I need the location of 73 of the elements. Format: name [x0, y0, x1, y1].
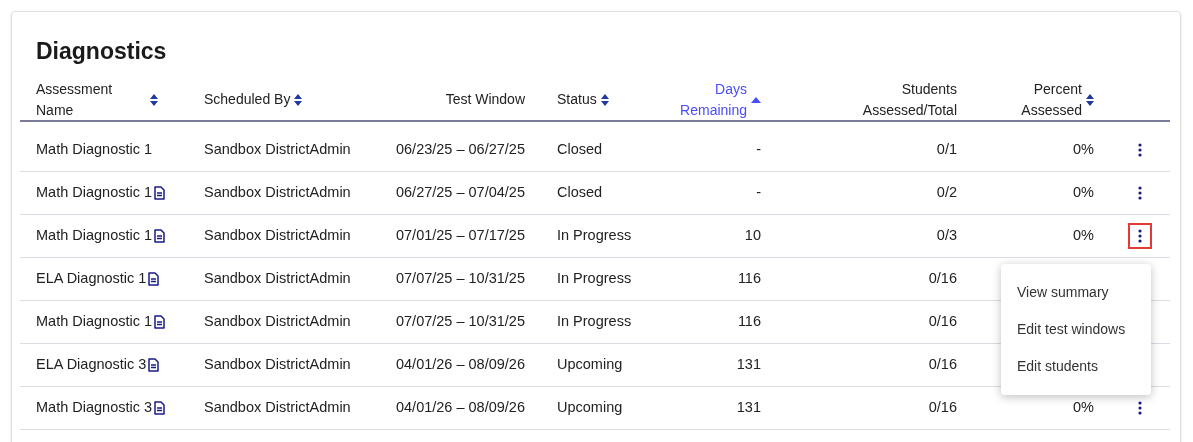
table-cell: 04/01/26 – 08/09/26 — [396, 356, 525, 373]
column-header[interactable]: Percent Assessed — [989, 78, 1082, 121]
page-title: Diagnostics — [36, 37, 167, 66]
column-header[interactable]: Status — [557, 89, 597, 110]
table-cell: 0/16 — [928, 356, 957, 373]
more-options-icon — [1138, 401, 1142, 415]
assessment-name: Math Diagnostic 3 — [36, 398, 153, 418]
sort-icon[interactable] — [600, 93, 609, 106]
table-cell: 131 — [736, 356, 761, 373]
table-cell: 0% — [1073, 184, 1094, 201]
table-cell: Sandbox DistrictAdmin — [204, 184, 351, 201]
more-options-icon — [1138, 143, 1142, 157]
table-cell: 0/16 — [928, 313, 957, 330]
table-cell: In Progress — [557, 227, 632, 244]
table-cell: - — [756, 141, 761, 158]
column-header[interactable]: Students Assessed/Total — [837, 78, 957, 121]
table-cell: Sandbox DistrictAdmin — [204, 227, 351, 244]
table-cell: Sandbox DistrictAdmin — [204, 313, 351, 330]
table-cell: 0% — [1073, 399, 1094, 416]
column-header[interactable]: Days Remaining — [680, 78, 747, 121]
table-cell: Upcoming — [557, 356, 623, 373]
assessment-name: Math Diagnostic 1 — [36, 226, 153, 246]
table-cell: 0% — [1073, 141, 1094, 158]
table-cell: 116 — [737, 270, 761, 287]
document-icon[interactable] — [148, 358, 160, 372]
table-cell: 0/1 — [936, 141, 957, 158]
more-options-icon — [1138, 186, 1142, 200]
assessment-name: ELA Diagnostic 3 — [36, 355, 147, 375]
menu-item[interactable]: Edit test windows — [1001, 311, 1151, 348]
table-cell: Closed — [557, 184, 603, 201]
table-cell: 07/07/25 – 10/31/25 — [396, 270, 525, 287]
more-options-icon — [1138, 229, 1142, 243]
table-cell: 06/27/25 – 07/04/25 — [396, 184, 525, 201]
table-cell: Closed — [557, 141, 603, 158]
document-icon[interactable] — [154, 229, 166, 243]
assessment-name: ELA Diagnostic 1 — [36, 269, 147, 289]
menu-item[interactable]: View summary — [1001, 274, 1151, 311]
table-cell: 10 — [744, 227, 761, 244]
document-icon[interactable] — [154, 315, 166, 329]
table-cell: Upcoming — [557, 399, 623, 416]
sort-icon[interactable] — [294, 93, 303, 106]
table-cell: - — [756, 184, 761, 201]
document-icon[interactable] — [148, 272, 160, 286]
table-cell: 0/16 — [928, 399, 957, 416]
table-cell: 04/01/26 – 08/09/26 — [396, 399, 525, 416]
table-cell: 0/3 — [936, 227, 957, 244]
table-cell: Sandbox DistrictAdmin — [204, 270, 351, 287]
table-cell: 116 — [737, 313, 761, 330]
document-icon[interactable] — [154, 186, 166, 200]
table-cell: 0/16 — [928, 270, 957, 287]
sort-ascending-icon[interactable] — [751, 96, 761, 103]
column-header[interactable]: Assessment Name — [36, 78, 146, 121]
table-cell: 0% — [1073, 227, 1094, 244]
table-cell: In Progress — [557, 313, 632, 330]
column-header[interactable]: Scheduled By — [204, 89, 291, 110]
document-icon[interactable] — [154, 401, 166, 415]
menu-item[interactable]: Edit students — [1001, 348, 1151, 385]
table-cell: In Progress — [557, 270, 632, 287]
assessment-name: Math Diagnostic 1 — [36, 140, 153, 160]
sort-icon[interactable] — [1086, 93, 1094, 106]
table-cell: Sandbox DistrictAdmin — [204, 141, 351, 158]
sort-icon[interactable] — [150, 93, 158, 106]
table-cell: 07/07/25 – 10/31/25 — [396, 313, 525, 330]
table-cell: Sandbox DistrictAdmin — [204, 356, 351, 373]
table-cell: 131 — [736, 399, 761, 416]
table-cell: 07/01/25 – 07/17/25 — [396, 227, 525, 244]
assessment-name: Math Diagnostic 1 — [36, 183, 153, 203]
table-cell: Sandbox DistrictAdmin — [204, 399, 351, 416]
more-options-button[interactable] — [1128, 223, 1152, 249]
table-cell: 06/23/25 – 06/27/25 — [396, 141, 525, 158]
column-header[interactable]: Test Window — [445, 89, 525, 110]
assessment-name: Math Diagnostic 1 — [36, 312, 153, 332]
table-cell: 0/2 — [936, 184, 957, 201]
